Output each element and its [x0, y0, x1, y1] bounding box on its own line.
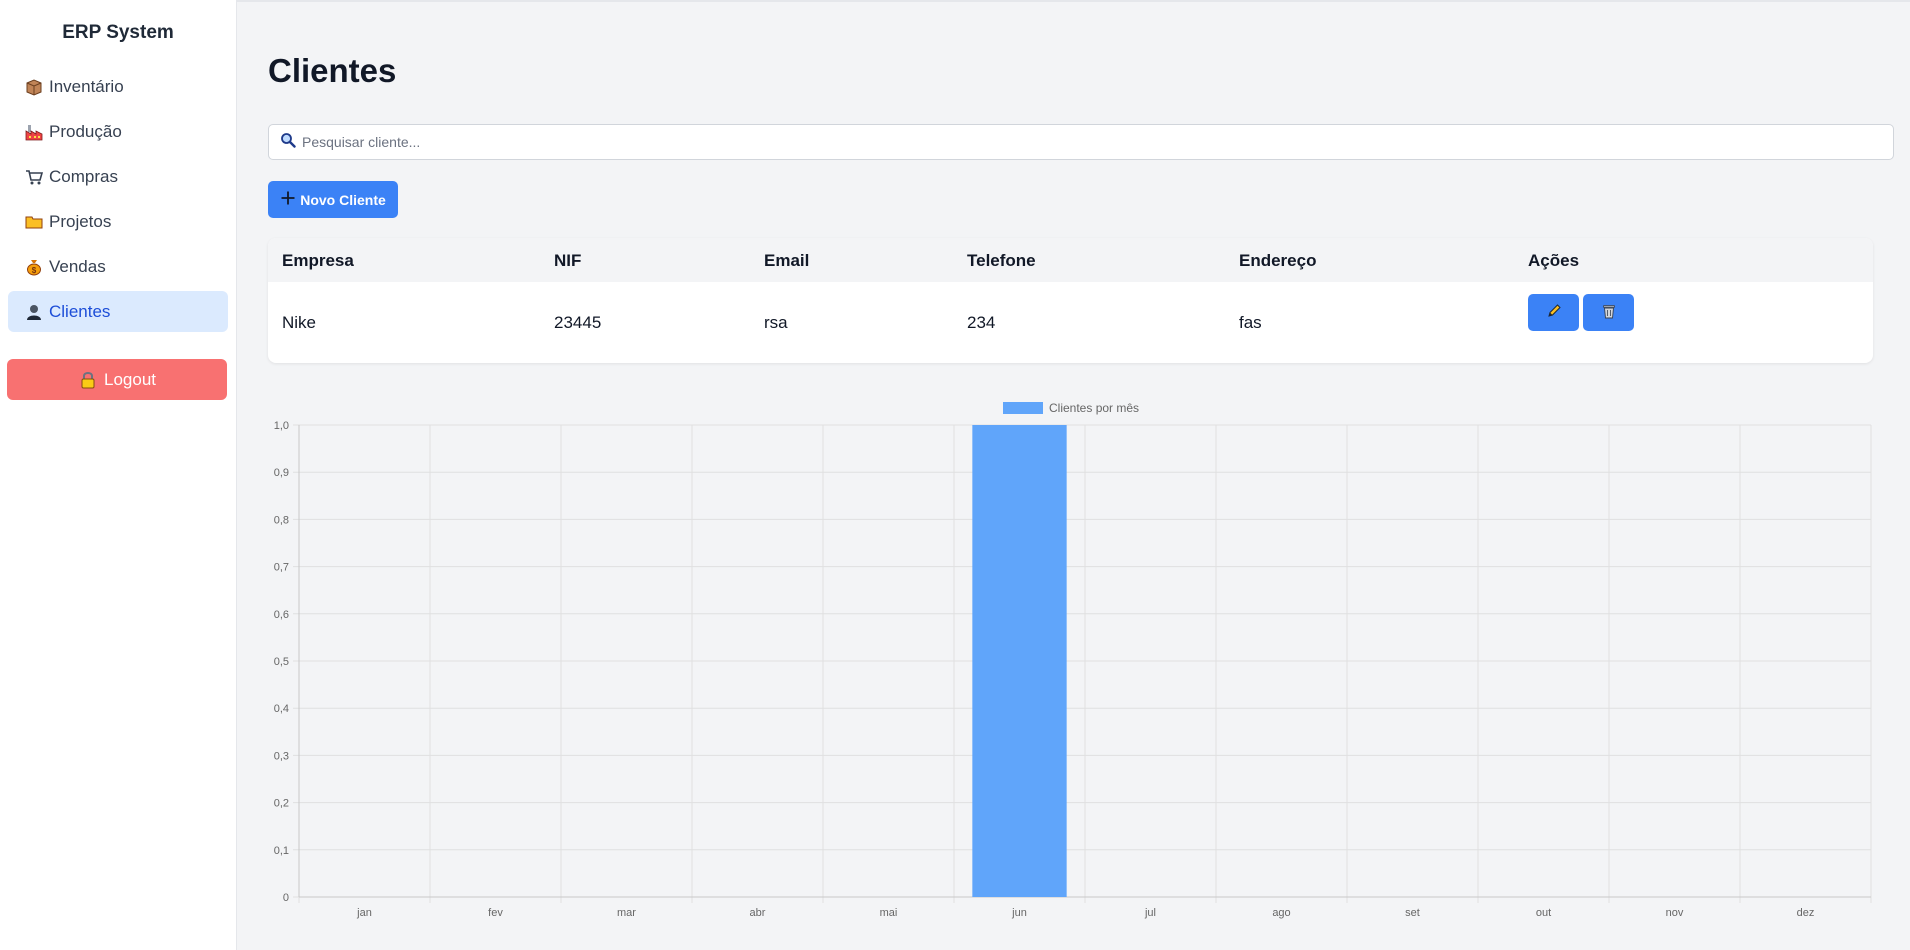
bar-jun[interactable]	[972, 425, 1067, 897]
legend-label: Clientes por mês	[1049, 401, 1139, 415]
sidebar-item-label: Projetos	[49, 211, 112, 231]
y-tick-label: 0,9	[274, 467, 289, 479]
x-tick-label: jul	[1144, 907, 1156, 919]
chart-legend: Clientes por mês	[1003, 401, 1139, 415]
sidebar-item-producao[interactable]: Produção	[8, 111, 228, 152]
x-tick-label: mar	[617, 907, 636, 919]
new-client-button[interactable]: Novo Cliente	[268, 181, 398, 218]
plus-icon	[280, 190, 300, 209]
sidebar-item-label: Clientes	[49, 301, 111, 321]
sidebar-item-label: Inventário	[49, 76, 124, 96]
cell-email: rsa	[764, 313, 788, 332]
sidebar-item-clientes[interactable]: Clientes	[8, 291, 228, 332]
x-tick-label: nov	[1666, 907, 1684, 919]
y-tick-label: 0,5	[274, 656, 289, 668]
x-tick-label: ago	[1272, 907, 1290, 919]
user-icon	[24, 302, 44, 322]
x-tick-label: set	[1405, 907, 1420, 919]
column-header-endereco: Endereço	[1239, 251, 1317, 270]
sidebar-item-label: Compras	[49, 166, 118, 186]
edit-button[interactable]	[1528, 294, 1579, 331]
sidebar-item-vendas[interactable]: $ Vendas	[8, 246, 228, 287]
y-tick-label: 0,7	[274, 562, 289, 574]
top-divider	[237, 0, 1910, 2]
legend-swatch	[1003, 402, 1043, 414]
y-tick-label: 0	[283, 892, 289, 904]
search-box[interactable]	[268, 124, 1894, 160]
trash-icon	[1601, 303, 1617, 322]
cell-nif: 23445	[554, 313, 602, 332]
column-header-nif: NIF	[554, 251, 582, 270]
x-tick-label: mai	[880, 907, 898, 919]
logout-button[interactable]: Logout	[7, 359, 227, 400]
cell-endereco: fas	[1239, 313, 1262, 332]
sidebar-item-label: Produção	[49, 121, 122, 141]
edit-icon	[1546, 303, 1562, 322]
x-tick-label: jun	[1011, 907, 1027, 919]
page-title: Clientes	[268, 52, 397, 89]
column-header-telefone: Telefone	[967, 251, 1036, 270]
sidebar-item-inventario[interactable]: Inventário	[8, 66, 228, 107]
column-header-email: Email	[764, 251, 810, 270]
factory-icon	[24, 122, 44, 142]
clients-per-month-chart: 0 0,1 0,2 0,3 0,4 0,5 0,6 0,7 0,8 0,9 1,0 jan fev mar…	[274, 401, 1872, 919]
y-tick-label: 0,2	[274, 798, 289, 810]
y-tick-label: 1,0	[274, 420, 289, 432]
table-header	[268, 238, 1873, 282]
new-client-label: Novo Cliente	[300, 191, 386, 208]
x-tick-label: fev	[488, 907, 503, 919]
chart-bars	[972, 425, 1067, 897]
x-tick-label: abr	[750, 907, 766, 919]
sidebar-item-projetos[interactable]: Projetos	[8, 201, 228, 242]
logout-label: Logout	[104, 369, 156, 389]
chart-grid	[293, 424, 1872, 903]
app-title: ERP System	[62, 22, 174, 43]
search-icon	[280, 132, 296, 153]
money-bag-icon: $	[24, 257, 44, 277]
clients-table: Empresa NIF Email Telefone Endereço Açõe…	[268, 238, 1873, 363]
shopping-cart-icon	[24, 167, 44, 187]
x-tick-label: dez	[1797, 907, 1815, 919]
sidebar-item-compras[interactable]: Compras	[8, 156, 228, 197]
lock-icon	[78, 370, 98, 390]
cell-empresa: Nike	[282, 313, 317, 332]
y-tick-label: 0,1	[274, 845, 289, 857]
search-input[interactable]	[302, 134, 1882, 150]
x-tick-label: jan	[356, 907, 372, 919]
y-tick-label: 0,4	[274, 703, 289, 715]
column-header-empresa: Empresa	[282, 251, 354, 270]
delete-button[interactable]	[1583, 294, 1634, 331]
sidebar: ERP System Inventário Produção Compras P…	[0, 0, 237, 950]
column-header-acoes: Ações	[1528, 251, 1580, 270]
folder-icon	[24, 212, 44, 232]
sidebar-item-label: Vendas	[49, 256, 106, 276]
cell-telefone: 234	[967, 313, 996, 332]
y-tick-label: 0,3	[274, 750, 289, 762]
y-tick-label: 0,6	[274, 609, 289, 621]
package-icon	[24, 77, 44, 97]
x-tick-label: out	[1536, 907, 1551, 919]
sidebar-nav: Inventário Produção Compras Projetos $ V…	[0, 66, 236, 332]
svg-text:$: $	[32, 266, 37, 275]
main-content: Clientes Novo Cliente Empresa NIF Email …	[237, 0, 1910, 950]
y-tick-label: 0,8	[274, 514, 289, 526]
